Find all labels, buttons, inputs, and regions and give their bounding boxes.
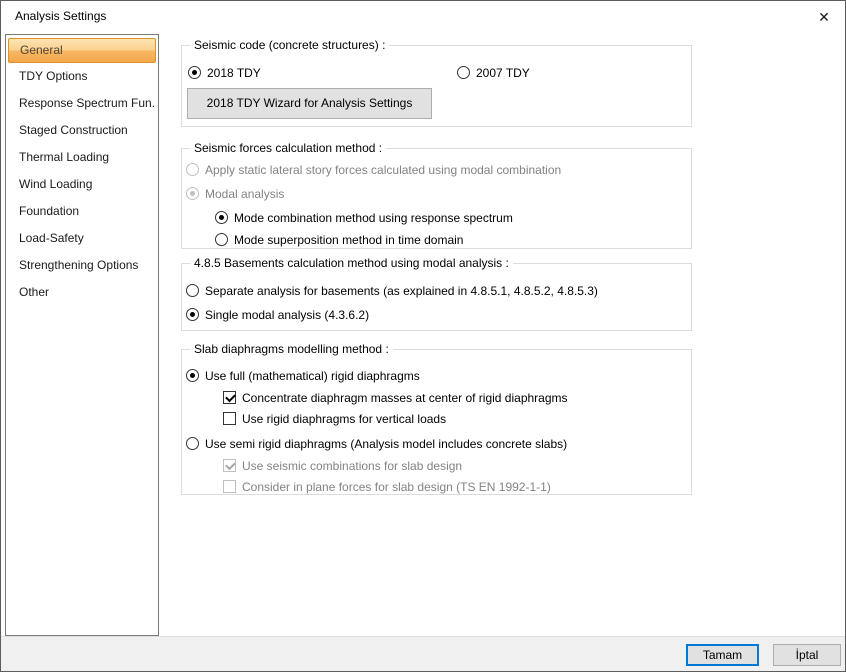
radio-icon [457, 66, 470, 79]
group-slab-diaphragms: Slab diaphragms modelling method : Use f… [181, 342, 692, 495]
radio-label: Use full (mathematical) rigid diaphragms [205, 368, 420, 383]
dialog-title: Analysis Settings [15, 9, 107, 23]
cancel-button[interactable]: İptal [773, 644, 841, 666]
footer-bar: Tamam İptal [1, 636, 845, 671]
radio-icon [215, 211, 228, 224]
group-seismic-code-title: Seismic code (concrete structures) : [190, 38, 390, 52]
radio-label: 2007 TDY [476, 65, 530, 80]
analysis-settings-dialog: Analysis Settings ✕ General TDY Options … [0, 0, 846, 672]
checkbox-rigid-vertical-loads[interactable]: Use rigid diaphragms for vertical loads [223, 411, 446, 426]
sidebar-item-tdy-options[interactable]: TDY Options [8, 63, 156, 90]
category-list: General TDY Options Response Spectrum Fu… [5, 34, 159, 636]
radio-icon [215, 233, 228, 246]
sidebar-item-general[interactable]: General [8, 38, 156, 63]
radio-semi-rigid-diaphragms[interactable]: Use semi rigid diaphragms (Analysis mode… [186, 436, 567, 451]
radio-mode-combination[interactable]: Mode combination method using response s… [215, 210, 513, 225]
radio-label: Single modal analysis (4.3.6.2) [205, 307, 370, 322]
radio-icon [186, 163, 199, 176]
group-seismic-code: Seismic code (concrete structures) : 201… [181, 38, 692, 127]
radio-icon [186, 284, 199, 297]
radio-label: 2018 TDY [207, 65, 261, 80]
sidebar-item-other[interactable]: Other [8, 279, 156, 306]
sidebar-item-response-spectrum[interactable]: Response Spectrum Fun... [8, 90, 156, 117]
radio-apply-static-forces: Apply static lateral story forces calcul… [186, 162, 561, 177]
checkbox-in-plane-forces: Consider in plane forces for slab design… [223, 479, 551, 494]
checkbox-label: Use rigid diaphragms for vertical loads [242, 411, 447, 426]
sidebar-item-staged-construction[interactable]: Staged Construction [8, 117, 156, 144]
radio-label: Separate analysis for basements (as expl… [205, 283, 598, 298]
checkbox-icon [223, 412, 236, 425]
radio-label: Use semi rigid diaphragms (Analysis mode… [205, 436, 568, 451]
radio-2007-tdy[interactable]: 2007 TDY [457, 65, 530, 80]
checkbox-icon [223, 391, 236, 404]
radio-icon [186, 308, 199, 321]
checkbox-label: Concentrate diaphragm masses at center o… [242, 390, 568, 405]
sidebar-item-strengthening-options[interactable]: Strengthening Options [8, 252, 156, 279]
radio-2018-tdy[interactable]: 2018 TDY [188, 65, 261, 80]
group-calc-method-title: Seismic forces calculation method : [190, 141, 387, 155]
radio-modal-analysis: Modal analysis [186, 186, 284, 201]
checkbox-icon [223, 480, 236, 493]
radio-label: Apply static lateral story forces calcul… [205, 162, 562, 177]
group-slab-diaphragms-title: Slab diaphragms modelling method : [190, 342, 393, 356]
sidebar-item-wind-loading[interactable]: Wind Loading [8, 171, 156, 198]
radio-separate-analysis[interactable]: Separate analysis for basements (as expl… [186, 283, 598, 298]
ok-button[interactable]: Tamam [686, 644, 759, 666]
close-icon[interactable]: ✕ [813, 6, 835, 28]
radio-icon [186, 369, 199, 382]
radio-label: Modal analysis [205, 186, 285, 201]
radio-icon [186, 187, 199, 200]
sidebar-item-load-safety[interactable]: Load-Safety [8, 225, 156, 252]
radio-single-modal-analysis[interactable]: Single modal analysis (4.3.6.2) [186, 307, 369, 322]
checkbox-icon [223, 459, 236, 472]
checkbox-label: Use seismic combinations for slab design [242, 458, 463, 473]
radio-full-rigid-diaphragms[interactable]: Use full (mathematical) rigid diaphragms [186, 368, 420, 383]
group-basements: 4.8.5 Basements calculation method using… [181, 256, 692, 331]
checkbox-label: Consider in plane forces for slab design… [242, 479, 551, 494]
checkbox-seismic-combinations: Use seismic combinations for slab design [223, 458, 462, 473]
radio-icon [186, 437, 199, 450]
radio-icon [188, 66, 201, 79]
group-calc-method: Seismic forces calculation method : Appl… [181, 141, 692, 249]
group-basements-title: 4.8.5 Basements calculation method using… [190, 256, 513, 270]
checkbox-concentrate-masses[interactable]: Concentrate diaphragm masses at center o… [223, 390, 568, 405]
tdy-wizard-button[interactable]: 2018 TDY Wizard for Analysis Settings [187, 88, 432, 119]
sidebar-item-foundation[interactable]: Foundation [8, 198, 156, 225]
title-bar: Analysis Settings ✕ [1, 1, 845, 32]
radio-label: Mode superposition method in time domain [234, 232, 464, 247]
sidebar-item-thermal-loading[interactable]: Thermal Loading [8, 144, 156, 171]
radio-mode-superposition[interactable]: Mode superposition method in time domain [215, 232, 463, 247]
radio-label: Mode combination method using response s… [234, 210, 513, 225]
